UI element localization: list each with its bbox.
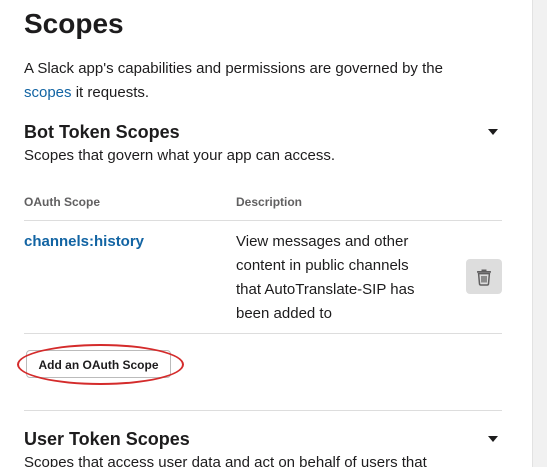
scope-name-channels-history[interactable]: channels:history bbox=[24, 231, 144, 253]
scopes-page: Scopes A Slack app's capabilities and pe… bbox=[0, 0, 547, 467]
scope-description: View messages and other content in publi… bbox=[236, 233, 415, 322]
table-row-divider bbox=[24, 333, 502, 334]
table-header-divider bbox=[24, 220, 502, 221]
bot-token-scopes-title: Bot Token Scopes bbox=[24, 122, 180, 142]
page-title: Scopes bbox=[24, 8, 124, 39]
remove-scope-button[interactable] bbox=[466, 259, 502, 294]
user-token-scopes-subtitle: Scopes that access user data and act on … bbox=[24, 454, 427, 467]
scopes-link[interactable]: scopes bbox=[24, 84, 72, 101]
add-oauth-scope-button[interactable]: Add an OAuth Scope bbox=[26, 350, 171, 378]
section-divider bbox=[24, 410, 502, 411]
trash-icon bbox=[477, 269, 491, 286]
description-column-header: Description bbox=[236, 195, 303, 209]
user-section-collapse-caret-icon[interactable] bbox=[488, 436, 498, 442]
oauth-scope-column-header: OAuth Scope bbox=[24, 195, 101, 209]
scrollbar-track[interactable] bbox=[532, 0, 547, 467]
intro-text: A Slack app's capabilities and permissio… bbox=[24, 57, 494, 105]
bot-section-collapse-caret-icon[interactable] bbox=[488, 129, 498, 135]
bot-token-scopes-subtitle: Scopes that govern what your app can acc… bbox=[24, 147, 336, 164]
user-token-scopes-title: User Token Scopes bbox=[24, 429, 190, 449]
intro-text-after: it requests. bbox=[71, 84, 150, 101]
intro-text-before: A Slack app's capabilities and permissio… bbox=[24, 60, 443, 77]
